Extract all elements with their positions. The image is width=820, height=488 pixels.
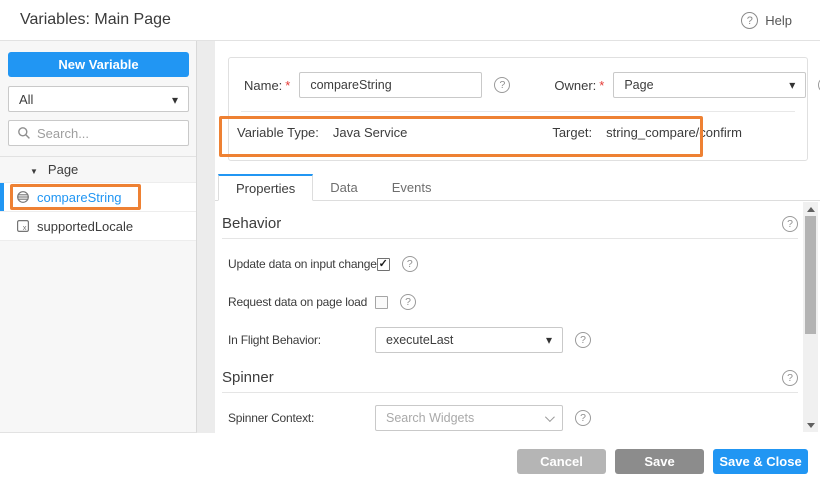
inflight-behavior-value: executeLast — [386, 333, 453, 347]
sidebar-search — [8, 120, 189, 146]
update-data-help-icon[interactable] — [402, 256, 418, 272]
tree-item-label: compareString — [37, 190, 122, 205]
panel-divider — [197, 41, 215, 433]
inflight-behavior-label: In Flight Behavior: — [228, 333, 375, 347]
spinner-context-row: Spinner Context: Search Widgets — [228, 405, 798, 431]
collapse-arrow-icon — [30, 162, 38, 177]
footer-buttons: Cancel Save Save & Close — [517, 449, 808, 474]
request-data-checkbox[interactable] — [375, 296, 388, 309]
tree-group-page[interactable]: Page — [0, 157, 196, 183]
scrollbar-up-icon[interactable] — [803, 202, 818, 216]
spinner-context-combobox[interactable]: Search Widgets — [375, 405, 563, 431]
inflight-behavior-row: In Flight Behavior: executeLast — [228, 327, 798, 353]
search-input[interactable] — [37, 126, 180, 141]
variable-filter-select[interactable]: All — [8, 86, 189, 112]
scrollbar-down-icon[interactable] — [803, 418, 818, 432]
behavior-section-title: Behavior — [222, 215, 281, 232]
spinner-section-header: Spinner — [222, 369, 798, 393]
chevron-down-icon — [545, 412, 555, 422]
required-asterisk: * — [599, 78, 604, 93]
required-asterisk: * — [285, 78, 290, 93]
variable-detail-panel: Name:* Owner:* Page Variable Type: Java … — [215, 41, 820, 433]
spinner-context-help-icon[interactable] — [575, 410, 591, 426]
tree-item-label: supportedLocale — [37, 219, 133, 234]
inflight-behavior-help-icon[interactable] — [575, 332, 591, 348]
svg-text:x: x — [23, 223, 27, 232]
filter-value: All — [19, 92, 33, 107]
behavior-help-icon[interactable] — [782, 216, 798, 232]
variables-tree: Page compareString x supportedLocale — [0, 156, 196, 241]
inflight-behavior-select[interactable]: executeLast — [375, 327, 563, 353]
properties-tab-content: Behavior Update data on input change ✓ R… — [215, 201, 820, 433]
tree-group-label: Page — [48, 162, 78, 177]
java-service-icon — [16, 190, 30, 204]
checkmark-icon: ✓ — [379, 259, 388, 270]
target-value: string_compare/confirm — [606, 125, 742, 140]
tab-label: Events — [392, 180, 432, 195]
tab-properties[interactable]: Properties — [218, 174, 313, 201]
tree-item-supportedlocale[interactable]: x supportedLocale — [0, 212, 196, 241]
save-and-close-button[interactable]: Save & Close — [713, 449, 808, 474]
update-data-checkbox[interactable]: ✓ — [377, 258, 390, 271]
spinner-section-title: Spinner — [222, 369, 274, 386]
variable-type-value: Java Service — [333, 125, 407, 140]
scrollbar-thumb[interactable] — [805, 216, 816, 334]
app-header: Variables: Main Page Help — [0, 0, 820, 41]
help-label: Help — [765, 13, 792, 28]
help-icon — [741, 12, 758, 29]
tab-data[interactable]: Data — [313, 174, 374, 200]
variable-icon: x — [16, 219, 30, 233]
help-button[interactable]: Help — [741, 0, 792, 41]
request-data-row: Request data on page load — [228, 289, 798, 315]
new-variable-button[interactable]: New Variable — [8, 52, 189, 77]
sidebar-widgets: New Variable All — [0, 41, 196, 156]
owner-select[interactable]: Page — [613, 72, 806, 98]
tab-events[interactable]: Events — [375, 174, 449, 200]
chevron-down-icon — [172, 92, 178, 107]
owner-label: Owner:* — [554, 78, 604, 93]
search-icon — [17, 126, 31, 140]
tab-label: Properties — [236, 181, 295, 196]
name-help-icon[interactable] — [494, 77, 510, 93]
chevron-down-icon — [789, 78, 795, 92]
spinner-context-label: Spinner Context: — [228, 411, 375, 425]
variable-summary-card: Name:* Owner:* Page Variable Type: Java … — [228, 57, 808, 161]
chevron-down-icon — [546, 333, 552, 347]
name-input[interactable] — [299, 72, 482, 98]
behavior-section-header: Behavior — [222, 215, 798, 239]
name-owner-row: Name:* Owner:* Page — [244, 72, 793, 98]
request-data-help-icon[interactable] — [400, 294, 416, 310]
type-target-row: Variable Type: Java Service Target: stri… — [237, 125, 793, 140]
name-label: Name:* — [244, 78, 290, 93]
detail-tabs: Properties Data Events — [215, 174, 820, 201]
vertical-scrollbar[interactable] — [803, 202, 818, 432]
cancel-button[interactable]: Cancel — [517, 449, 606, 474]
variable-type-label: Variable Type: — [237, 125, 319, 140]
owner-group: Owner:* Page — [554, 72, 820, 98]
tab-label: Data — [330, 180, 357, 195]
page-title: Variables: Main Page — [20, 11, 171, 29]
save-button[interactable]: Save — [615, 449, 704, 474]
request-data-label: Request data on page load — [228, 295, 375, 309]
selected-indicator — [0, 183, 4, 211]
update-data-label: Update data on input change — [228, 257, 377, 271]
card-separator — [241, 111, 795, 112]
target-label: Target: — [552, 125, 592, 140]
tree-item-comparestring[interactable]: compareString — [0, 183, 196, 212]
spinner-context-placeholder: Search Widgets — [386, 411, 474, 425]
spinner-help-icon[interactable] — [782, 370, 798, 386]
update-data-row: Update data on input change ✓ — [228, 251, 798, 277]
owner-value: Page — [624, 78, 653, 92]
footer-bar: Cancel Save Save & Close — [0, 434, 820, 488]
variables-sidebar: New Variable All Page compare — [0, 41, 197, 433]
